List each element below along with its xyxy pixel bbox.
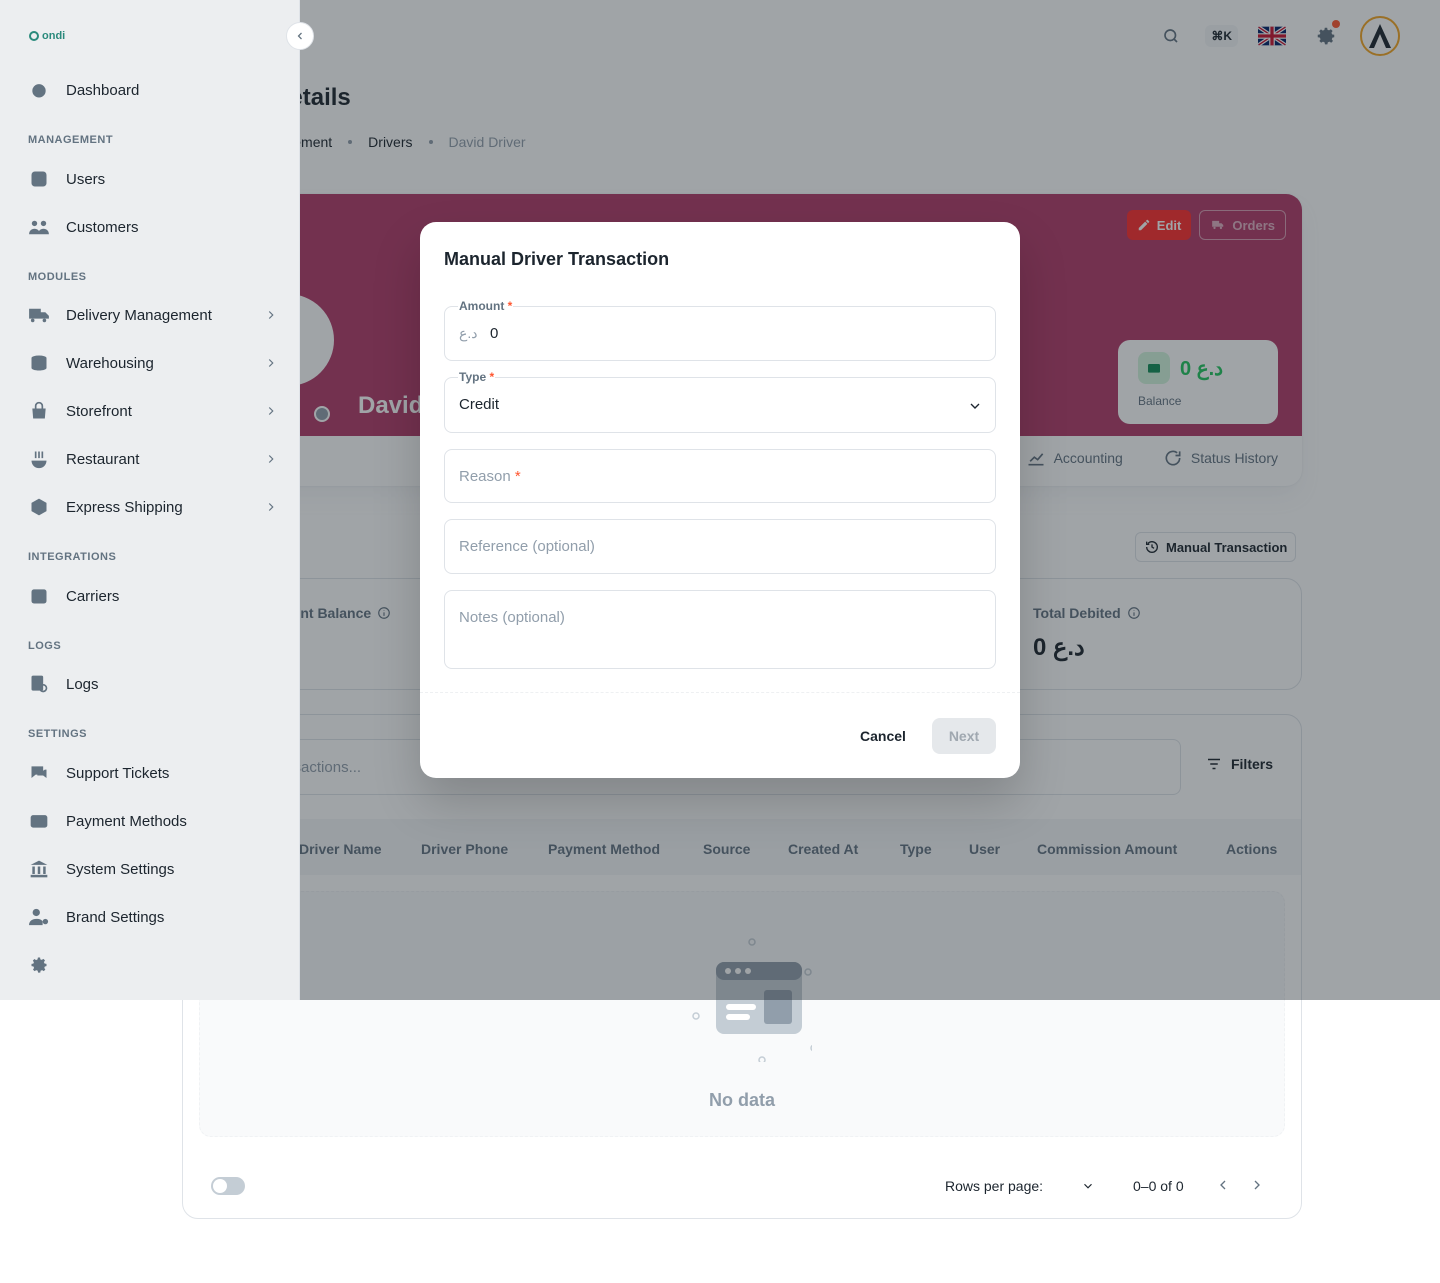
warehouse-icon bbox=[28, 352, 50, 374]
chevron-right-icon[interactable] bbox=[1249, 1177, 1265, 1193]
chevron-down-icon[interactable] bbox=[1081, 1179, 1095, 1193]
sidebar-item-label: Storefront bbox=[66, 402, 132, 420]
sidebar-item-label: Users bbox=[66, 170, 106, 188]
dashboard-icon bbox=[28, 79, 50, 101]
sidebar-item-users[interactable]: Users bbox=[28, 157, 278, 201]
sidebar-item-brand-settings[interactable] bbox=[28, 943, 278, 987]
reference-placeholder: Reference (optional) bbox=[459, 538, 595, 555]
chevron-right-icon bbox=[268, 455, 274, 463]
cancel-button[interactable]: Cancel bbox=[860, 718, 906, 754]
sidebar-item-customers[interactable]: Customers bbox=[28, 205, 278, 249]
amount-value: 0 bbox=[490, 325, 499, 342]
type-select[interactable]: Type * Credit bbox=[444, 370, 996, 433]
sidebar-item-label: Support Tickets bbox=[66, 764, 170, 782]
sidebar-item-label: Payment Methods bbox=[66, 812, 187, 830]
sidebar-item-label: Carriers bbox=[66, 587, 120, 605]
logs-icon bbox=[28, 673, 50, 695]
chevron-right-icon bbox=[268, 503, 274, 511]
reason-field[interactable]: Reason * bbox=[444, 449, 996, 503]
sidebar-collapse-button[interactable] bbox=[286, 22, 314, 50]
table-footer: Rows per page: 0–0 of 0 bbox=[183, 1165, 1301, 1205]
dialog-divider bbox=[420, 692, 1020, 693]
sidebar-item-label: Dashboard bbox=[66, 81, 140, 99]
sidebar-item-warehousing[interactable]: Warehousing bbox=[28, 341, 278, 385]
sidebar-item-support-tickets[interactable]: Payment Methods bbox=[28, 799, 278, 843]
chevron-right-icon bbox=[268, 407, 274, 415]
sidebar-item-label: System Settings bbox=[66, 860, 175, 878]
logo-text: ondi bbox=[42, 30, 66, 42]
notes-field[interactable]: Notes (optional) bbox=[444, 590, 996, 669]
truck-icon bbox=[28, 304, 50, 326]
brand-logo[interactable]: ondi bbox=[28, 30, 65, 42]
sidebar-item-express-shipping[interactable]: Express Shipping bbox=[28, 485, 278, 529]
restaurant-icon bbox=[28, 448, 50, 470]
sidebar-item-chat[interactable]: Support Tickets bbox=[28, 751, 278, 795]
reason-placeholder: Reason * bbox=[459, 468, 521, 485]
sidebar-item-label: Warehousing bbox=[66, 354, 154, 372]
ticket-icon bbox=[28, 810, 50, 832]
sidebar-section-management: MANAGEMENT bbox=[28, 134, 114, 146]
bank-icon bbox=[28, 858, 50, 880]
sidebar-item-delivery-management[interactable]: Delivery Management bbox=[28, 293, 278, 337]
manual-transaction-dialog: Manual Driver Transaction Amount * د.ع 0… bbox=[420, 222, 1020, 778]
amount-label: Amount * bbox=[458, 299, 514, 313]
sidebar-item-label: Delivery Management bbox=[66, 306, 212, 324]
sidebar-item-label: Logs bbox=[66, 675, 99, 693]
customers-icon bbox=[28, 216, 50, 238]
sidebar-item-carriers[interactable]: Carriers bbox=[28, 574, 278, 618]
chevron-left-icon[interactable] bbox=[1215, 1177, 1231, 1193]
sidebar-item-label: Customers bbox=[66, 218, 139, 236]
amount-field[interactable]: Amount * د.ع 0 bbox=[444, 299, 996, 361]
logo-icon bbox=[29, 31, 39, 41]
sidebar-item-system-settings[interactable]: Brand Settings bbox=[28, 895, 278, 939]
sidebar-item-restaurant[interactable]: Restaurant bbox=[28, 437, 278, 481]
user-gear-icon bbox=[28, 906, 50, 928]
sidebar-item-label: Express Shipping bbox=[66, 498, 183, 516]
sidebar-section-integrations: INTEGRATIONS bbox=[28, 551, 117, 563]
sidebar-item-label: Brand Settings bbox=[66, 908, 165, 926]
sidebar-item-payment-methods[interactable]: System Settings bbox=[28, 847, 278, 891]
sidebar-item-storefront[interactable]: Storefront bbox=[28, 389, 278, 433]
sidebar-item-dashboard[interactable]: Dashboard bbox=[28, 68, 278, 112]
type-label: Type * bbox=[458, 370, 496, 384]
rows-per-page-label: Rows per page: bbox=[945, 1178, 1044, 1194]
sidebar-section-settings: SETTINGS bbox=[28, 728, 88, 740]
sidebar-section-logs: LOGS bbox=[28, 640, 62, 652]
amount-currency: د.ع bbox=[459, 325, 478, 341]
sidebar-item-logs[interactable]: Logs bbox=[28, 662, 278, 706]
reference-field[interactable]: Reference (optional) bbox=[444, 519, 996, 574]
user-icon bbox=[28, 168, 50, 190]
carrier-icon bbox=[28, 585, 50, 607]
next-button[interactable]: Next bbox=[932, 718, 996, 754]
box-icon bbox=[28, 496, 50, 518]
type-value: Credit bbox=[459, 396, 500, 413]
chevron-right-icon bbox=[268, 359, 274, 367]
dialog-title: Manual Driver Transaction bbox=[444, 249, 670, 269]
chevron-left-icon bbox=[297, 32, 302, 40]
dense-toggle[interactable] bbox=[211, 1177, 245, 1195]
empty-state-text: No data bbox=[708, 1090, 775, 1110]
sidebar-section-modules: MODULES bbox=[28, 271, 87, 283]
bag-icon bbox=[28, 400, 50, 422]
chevron-down-icon bbox=[970, 403, 980, 409]
sidebar-item-label: Restaurant bbox=[66, 450, 140, 468]
chevron-right-icon bbox=[268, 311, 274, 319]
notes-placeholder: Notes (optional) bbox=[459, 609, 565, 626]
pagination-text: 0–0 of 0 bbox=[1133, 1178, 1184, 1194]
chat-icon bbox=[28, 762, 50, 784]
gear-icon bbox=[28, 954, 50, 976]
sidebar: ondi Dashboard MANAGEMENT Users Customer… bbox=[0, 0, 300, 1000]
